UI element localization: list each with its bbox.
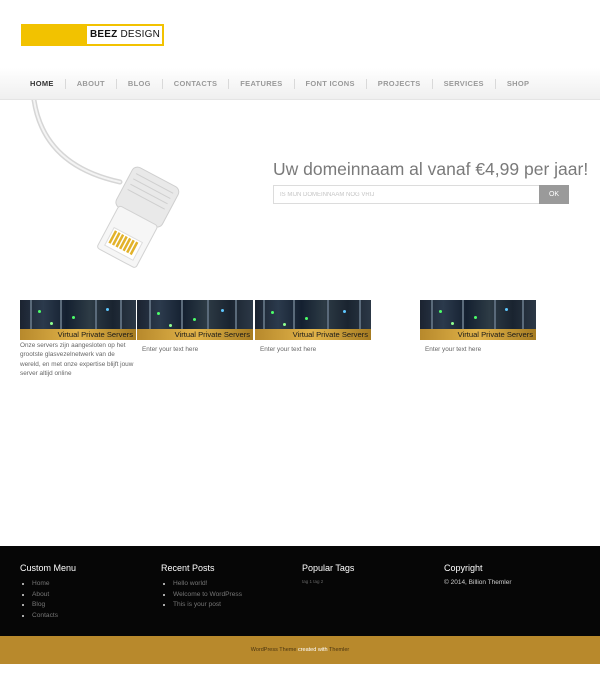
recent-post-link[interactable]: Hello world! — [173, 579, 242, 590]
footer-custom-menu: Custom Menu Home About Blog Contacts — [20, 563, 76, 621]
footer-recent-posts: Recent Posts Hello world! Welcome to Wor… — [161, 563, 242, 611]
domain-search-input[interactable] — [273, 185, 540, 204]
themler-link[interactable]: Themler — [329, 647, 349, 653]
tag-links[interactable]: tag 1 tag 2 — [302, 579, 354, 584]
card-text: Onze servers zijn aangesloten op het gro… — [20, 342, 134, 378]
footer-heading: Recent Posts — [161, 563, 215, 573]
credit-bar: WordPress Theme created with Themler — [0, 636, 600, 664]
server-rack-image: Virtual Private Servers — [420, 300, 536, 340]
logo-text: BEEZ DESIGN — [90, 29, 161, 40]
card-text: Enter your text here — [142, 346, 199, 353]
footer-menu-item-blog[interactable]: Blog — [32, 600, 76, 611]
nav-item-services[interactable]: SERVICES — [431, 79, 495, 89]
hero-title: Uw domeinnaam al vanaf €4,99 per jaar! — [273, 159, 589, 179]
site-footer: Custom Menu Home About Blog Contacts Rec… — [0, 546, 600, 636]
caption-band: Virtual Private Servers — [20, 329, 136, 340]
feature-card: Virtual Private Servers Onze servers zij… — [20, 300, 136, 379]
footer-menu-item-home[interactable]: Home — [32, 579, 76, 590]
nav-item-contacts[interactable]: CONTACTS — [161, 79, 229, 89]
card-text: Enter your text here — [260, 346, 317, 353]
feature-card: Virtual Private Servers Enter your text … — [255, 300, 371, 354]
main-nav: HOME ABOUT BLOG CONTACTS FEATURES FONT I… — [0, 68, 600, 100]
footer-heading: Custom Menu — [20, 563, 77, 573]
footer-copyright: Copyright © 2014, Billion Themler — [444, 563, 512, 586]
nav-item-font-icons[interactable]: FONT ICONS — [293, 79, 366, 89]
domain-search-button[interactable]: OK — [539, 185, 569, 204]
server-rack-image: Virtual Private Servers — [20, 300, 136, 340]
nav-item-projects[interactable]: PROJECTS — [365, 79, 432, 89]
recent-post-link[interactable]: Welcome to WordPress — [173, 590, 242, 601]
copyright-text: © 2014, Billion Themler — [444, 579, 512, 586]
feature-card: Virtual Private Servers Enter your text … — [420, 300, 536, 354]
credit-text: created with — [296, 647, 330, 653]
site-logo[interactable]: BEEZ DESIGN — [21, 24, 164, 46]
footer-menu-item-about[interactable]: About — [32, 590, 76, 601]
footer-heading: Popular Tags — [302, 563, 355, 573]
nav-item-features[interactable]: FEATURES — [228, 79, 293, 89]
footer-menu-item-contacts[interactable]: Contacts — [32, 611, 76, 622]
caption-band: Virtual Private Servers — [137, 329, 253, 340]
logo-color-block — [23, 26, 87, 44]
nav-item-home[interactable]: HOME — [19, 79, 65, 89]
feature-card: Virtual Private Servers Enter your text … — [137, 300, 253, 354]
nav-item-about[interactable]: ABOUT — [64, 79, 116, 89]
nav-item-blog[interactable]: BLOG — [115, 79, 162, 89]
card-text: Enter your text here — [425, 346, 482, 353]
wordpress-theme-link[interactable]: WordPress Theme — [251, 647, 297, 653]
recent-post-link[interactable]: This is your post — [173, 600, 242, 611]
caption-band: Virtual Private Servers — [255, 329, 371, 340]
server-rack-image: Virtual Private Servers — [255, 300, 371, 340]
server-rack-image: Virtual Private Servers — [137, 300, 253, 340]
footer-popular-tags: Popular Tags tag 1 tag 2 — [302, 563, 354, 584]
nav-item-shop[interactable]: SHOP — [494, 79, 540, 89]
footer-heading: Copyright — [444, 563, 483, 573]
caption-band: Virtual Private Servers — [420, 329, 536, 340]
network-cable-image — [31, 100, 180, 268]
